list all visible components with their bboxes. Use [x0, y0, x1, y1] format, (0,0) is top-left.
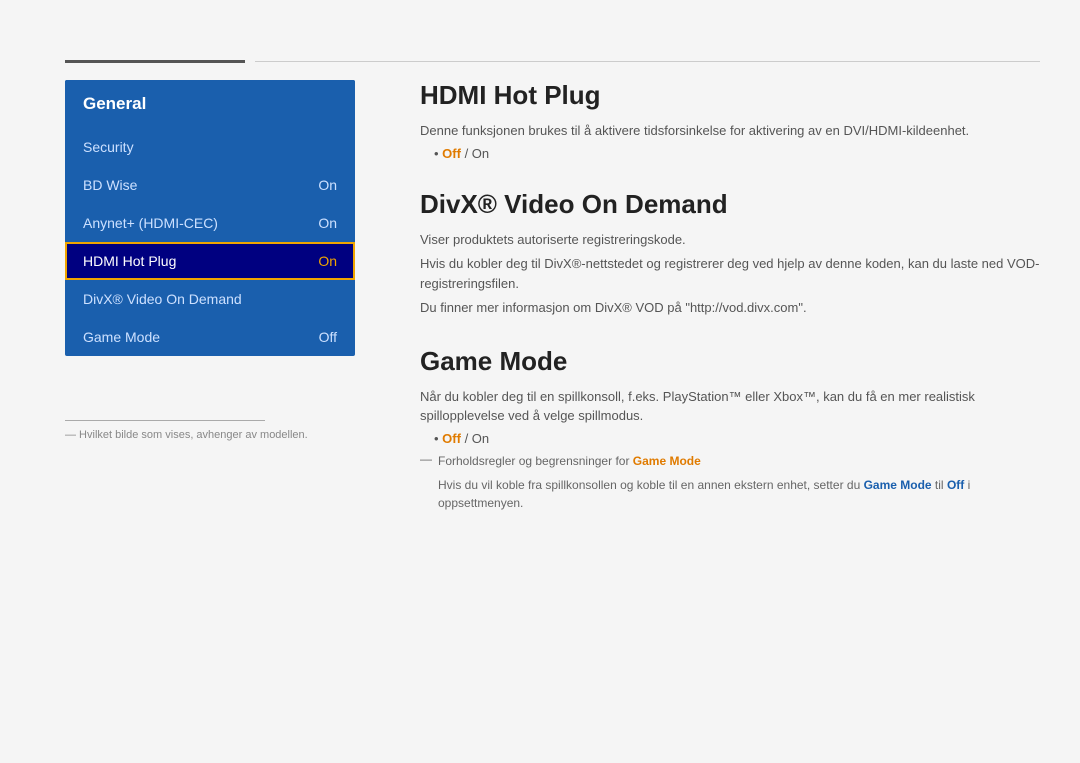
- footnote-divider: [65, 420, 265, 421]
- section-hdmi-hot-plug: HDMI Hot Plug Denne funksjonen brukes ti…: [420, 80, 1040, 161]
- divx-title: DivX® Video On Demand: [420, 189, 1040, 220]
- divx-desc-3: Du finner mer informasjon om DivX® VOD p…: [420, 298, 1040, 318]
- game-sep: /: [461, 431, 472, 446]
- note-dash-1: ―: [420, 452, 432, 466]
- sidebar-item-anynet-value: On: [318, 215, 337, 231]
- game-mode-desc: Når du kobler deg til en spillkonsoll, f…: [420, 387, 1040, 426]
- divx-desc-2: Hvis du kobler deg til DivX®-nettstedet …: [420, 254, 1040, 293]
- hdmi-hot-plug-title: HDMI Hot Plug: [420, 80, 1040, 111]
- hdmi-sep: /: [461, 146, 472, 161]
- sidebar-item-bd-wise[interactable]: BD Wise On: [65, 166, 355, 204]
- divx-desc-1: Viser produktets autoriserte registrerin…: [420, 230, 1040, 250]
- section-divx: DivX® Video On Demand Viser produktets a…: [420, 189, 1040, 318]
- note-2-prefix: Hvis du vil koble fra spillkonsollen og …: [438, 478, 864, 492]
- sidebar-item-divx[interactable]: DivX® Video On Demand: [65, 280, 355, 318]
- game-mode-note-2: Hvis du vil koble fra spillkonsollen og …: [420, 476, 1040, 512]
- note-1-bold: Game Mode: [633, 454, 701, 468]
- hdmi-on-label: On: [472, 146, 489, 161]
- footnote-text: ― Hvilket bilde som vises, avhenger av m…: [65, 429, 355, 441]
- hdmi-hot-plug-bullet: Off / On: [434, 146, 1040, 161]
- note-text-2: Hvis du vil koble fra spillkonsollen og …: [438, 476, 1040, 512]
- game-mode-bullet: Off / On: [434, 431, 1040, 446]
- note-2-mid: til: [932, 478, 947, 492]
- sidebar: General Security BD Wise On Anynet+ (HDM…: [65, 80, 355, 356]
- top-bar: [65, 60, 1040, 62]
- sidebar-item-security-label: Security: [83, 139, 134, 155]
- sidebar-item-anynet[interactable]: Anynet+ (HDMI-CEC) On: [65, 204, 355, 242]
- sidebar-item-bd-wise-label: BD Wise: [83, 177, 137, 193]
- footnote-area: ― Hvilket bilde som vises, avhenger av m…: [65, 420, 355, 441]
- note-2-bold2: Off: [947, 478, 964, 492]
- sidebar-item-security[interactable]: Security: [65, 128, 355, 166]
- sidebar-item-divx-label: DivX® Video On Demand: [83, 291, 242, 307]
- top-bar-accent: [65, 60, 245, 63]
- sidebar-item-anynet-label: Anynet+ (HDMI-CEC): [83, 215, 218, 231]
- sidebar-item-game-mode-label: Game Mode: [83, 329, 160, 345]
- sidebar-item-bd-wise-value: On: [318, 177, 337, 193]
- game-mode-title: Game Mode: [420, 346, 1040, 377]
- main-content: HDMI Hot Plug Denne funksjonen brukes ti…: [420, 80, 1040, 540]
- hdmi-off-label: Off: [442, 146, 461, 161]
- note-1-prefix: Forholdsregler og begrensninger for: [438, 454, 633, 468]
- sidebar-item-hdmi-hot-plug-value: On: [318, 253, 337, 269]
- sidebar-header: General: [65, 80, 355, 128]
- game-on-label: On: [472, 431, 489, 446]
- sidebar-item-game-mode-value: Off: [319, 329, 337, 345]
- sidebar-item-hdmi-hot-plug-label: HDMI Hot Plug: [83, 253, 176, 269]
- game-mode-note-1: ― Forholdsregler og begrensninger for Ga…: [420, 452, 1040, 470]
- sidebar-item-hdmi-hot-plug[interactable]: HDMI Hot Plug On: [65, 242, 355, 280]
- hdmi-hot-plug-desc: Denne funksjonen brukes til å aktivere t…: [420, 121, 1040, 141]
- sidebar-item-game-mode[interactable]: Game Mode Off: [65, 318, 355, 356]
- note-2-bold: Game Mode: [864, 478, 932, 492]
- game-off-label: Off: [442, 431, 461, 446]
- section-game-mode: Game Mode Når du kobler deg til en spill…: [420, 346, 1040, 512]
- top-bar-line: [255, 61, 1040, 62]
- note-text-1: Forholdsregler og begrensninger for Game…: [438, 452, 701, 470]
